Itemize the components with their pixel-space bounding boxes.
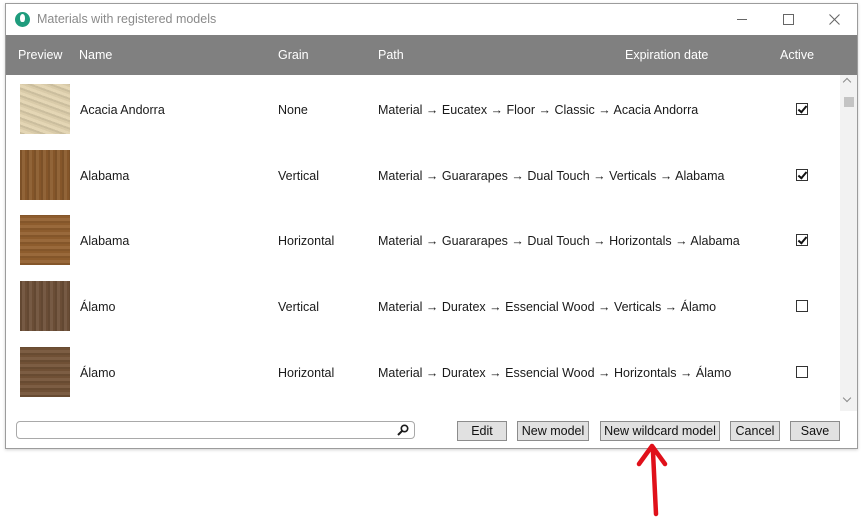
vertical-scrollbar[interactable] (840, 75, 857, 411)
search-box[interactable] (16, 421, 415, 439)
new-model-button[interactable]: New model (517, 421, 589, 441)
table-row[interactable]: Álamo Horizontal Material → Duratex → Esse… (6, 338, 840, 403)
table-row[interactable]: Acacia Andorra None Material → Eucatex → F… (6, 75, 840, 140)
material-name: Alabama (80, 234, 130, 249)
material-grain: Vertical (278, 168, 319, 183)
active-checkbox[interactable] (796, 234, 808, 247)
scroll-up-icon[interactable] (844, 77, 852, 83)
material-app-icon (15, 12, 30, 27)
material-path: Material → Eucatex → Floor → Classic → A… (378, 103, 699, 117)
annotation-arrow-icon (636, 443, 668, 517)
material-grain: None (278, 103, 308, 117)
materials-list: Acacia Andorra None Material → Eucatex → F… (6, 75, 840, 405)
search-input[interactable] (21, 423, 391, 437)
search-icon[interactable] (397, 424, 409, 436)
material-preview-thumbnail (20, 281, 70, 332)
column-header-path[interactable]: Path (378, 48, 404, 62)
active-checkbox[interactable] (796, 365, 808, 378)
minimize-button[interactable] (719, 4, 765, 35)
material-grain: Horizontal (278, 234, 335, 249)
material-preview-thumbnail (20, 84, 70, 134)
material-path: Material → Guararapes → Dual Touch → Hor… (378, 234, 740, 249)
column-header-name[interactable]: Name (79, 48, 112, 62)
grid-header: Preview Name Grain Path Expiration date … (6, 35, 857, 75)
active-checkbox[interactable] (796, 300, 808, 313)
minimize-icon (737, 19, 747, 20)
column-header-preview[interactable]: Preview (18, 48, 62, 62)
material-grain: Horizontal (278, 365, 335, 380)
maximize-button[interactable] (765, 4, 811, 35)
maximize-icon (782, 14, 794, 25)
new-wildcard-model-button[interactable]: New wildcard model (600, 421, 720, 441)
table-row[interactable]: Alabama Horizontal Material → Guararapes →… (6, 206, 840, 271)
column-header-grain[interactable]: Grain (278, 48, 309, 62)
close-button[interactable] (811, 4, 857, 35)
title-bar: Materials with registered models (6, 4, 857, 35)
material-path: Material → Duratex → Essencial Wood → Ve… (378, 300, 717, 315)
column-header-expiration-date[interactable]: Expiration date (625, 48, 708, 62)
material-path: Material → Duratex → Essencial Wood → Ho… (378, 365, 732, 380)
column-header-active[interactable]: Active (780, 48, 814, 62)
materials-window: Materials with registered models Preview… (5, 3, 858, 449)
material-preview-thumbnail (20, 215, 70, 266)
scroll-down-icon[interactable] (844, 397, 852, 403)
material-grain: Vertical (278, 300, 319, 315)
material-name: Alabama (80, 168, 130, 183)
active-checkbox[interactable] (796, 168, 808, 181)
active-checkbox[interactable] (796, 103, 808, 115)
material-name: Acacia Andorra (80, 103, 165, 117)
table-row[interactable]: Álamo Vertical Material → Duratex → Essenc… (6, 272, 840, 337)
material-path: Material → Guararapes → Dual Touch → Ver… (378, 168, 725, 183)
cancel-button[interactable]: Cancel (730, 421, 780, 441)
close-icon (828, 14, 840, 25)
table-row[interactable]: Alabama Vertical Material → Guararapes → D… (6, 141, 840, 206)
window-title: Materials with registered models (37, 12, 217, 26)
material-preview-thumbnail (20, 149, 70, 200)
edit-button[interactable]: Edit (457, 421, 507, 441)
material-name: Álamo (80, 300, 116, 315)
material-preview-thumbnail (20, 346, 70, 397)
material-name: Álamo (80, 365, 116, 380)
save-button[interactable]: Save (790, 421, 840, 441)
scroll-thumb[interactable] (844, 97, 854, 107)
